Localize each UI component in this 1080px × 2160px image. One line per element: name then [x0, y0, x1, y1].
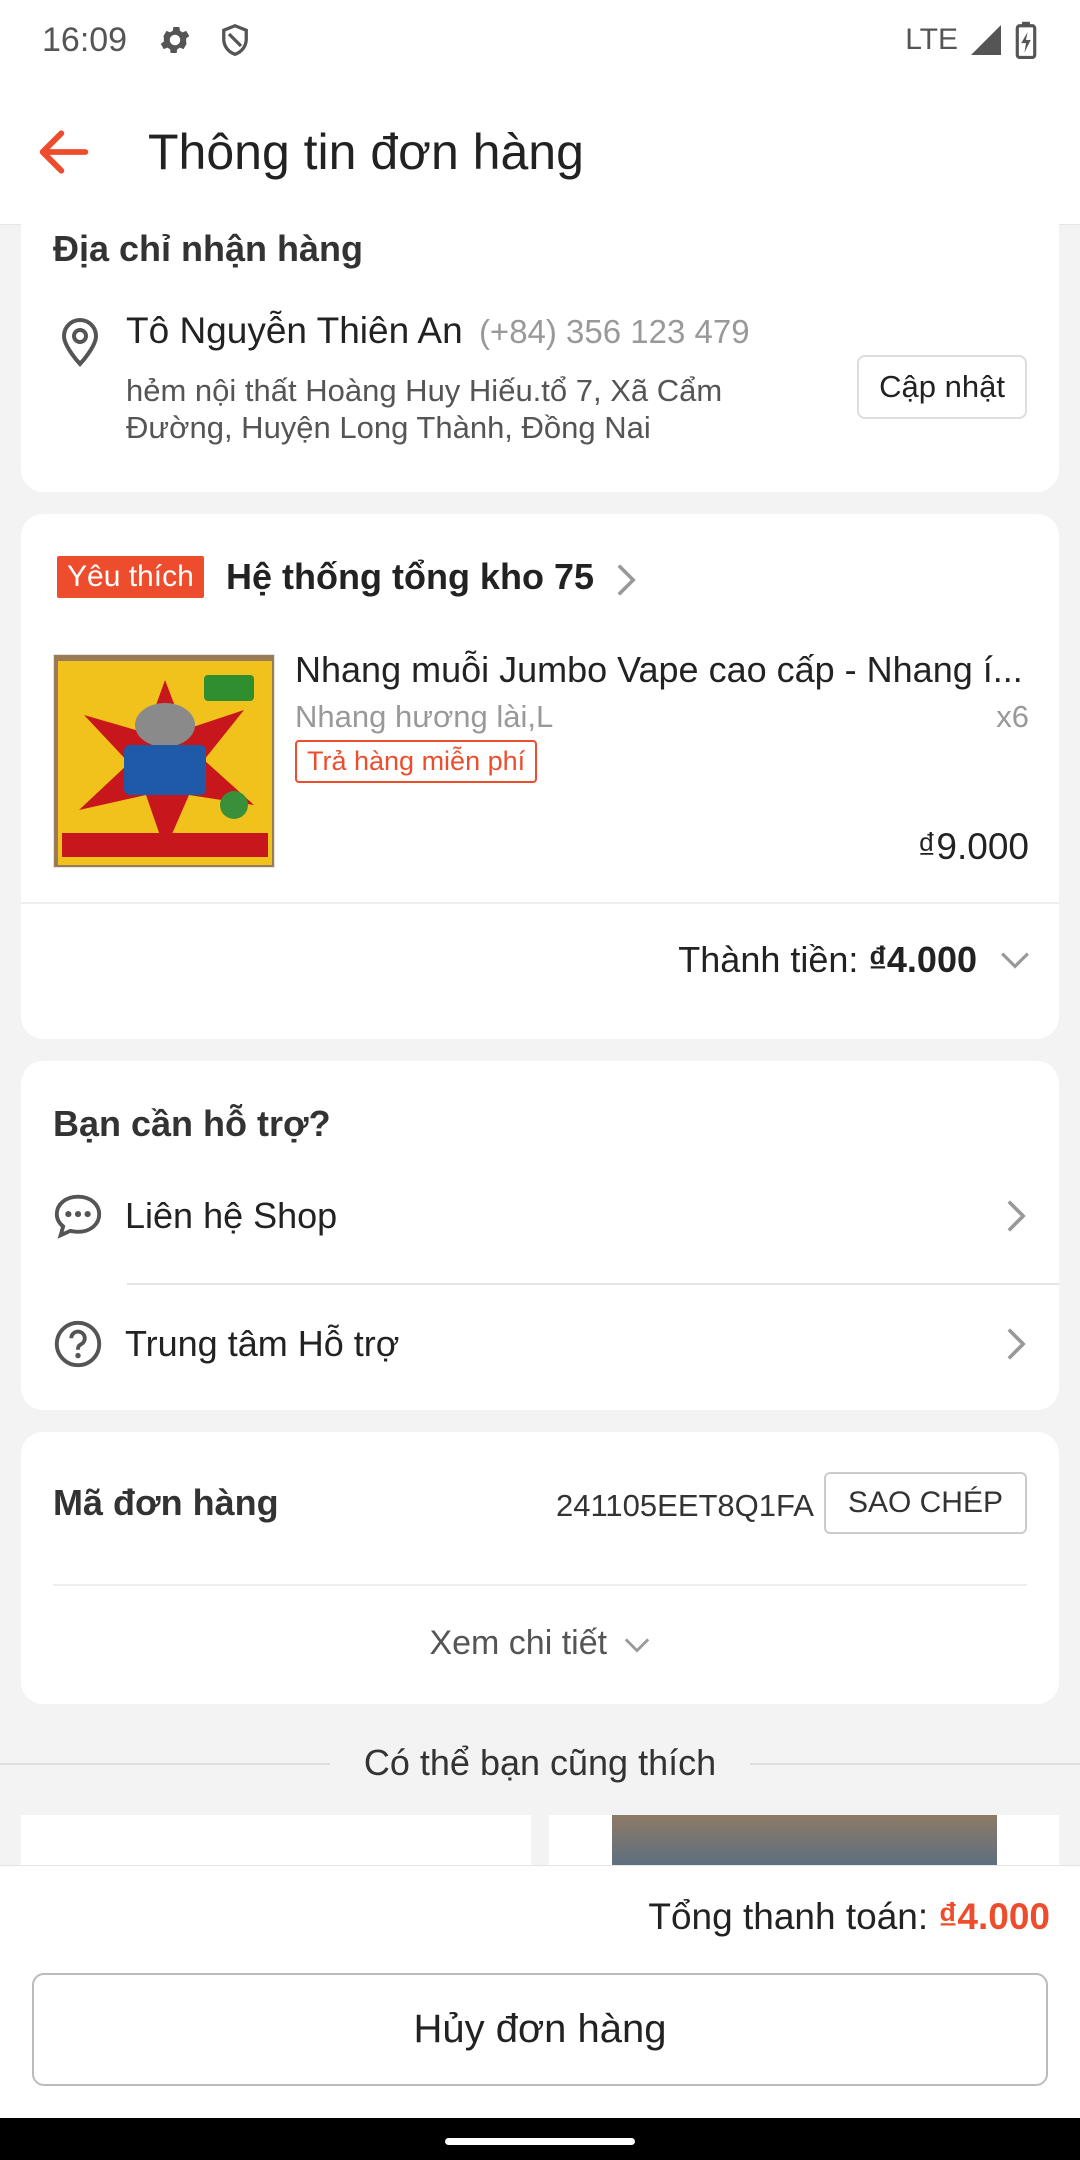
settings-icon: [160, 26, 190, 54]
chevron-down-icon: [624, 1638, 649, 1653]
recipient-name: Tô Nguyễn Thiên An: [126, 310, 463, 351]
product-quantity: x6: [996, 699, 1029, 734]
chevron-right-icon: [1007, 1328, 1026, 1360]
suggestions-heading: Có thể bạn cũng thích: [363, 1742, 717, 1783]
contact-shop-label: Liên hệ Shop: [125, 1195, 338, 1236]
network-label: LTE: [905, 23, 958, 56]
help-center-item[interactable]: Trung tâm Hỗ trợ: [21, 1289, 1059, 1399]
chat-icon: [54, 1194, 102, 1239]
suggestions-header: Có thể bạn cũng thích: [0, 1742, 1080, 1786]
support-card: Bạn cần hỗ trợ? Liên hệ Shop Trung tâm H…: [21, 1061, 1059, 1410]
suggested-product-card[interactable]: [21, 1815, 531, 1865]
order-subtotal-row[interactable]: Thành tiền: ₫4.000: [678, 939, 1031, 981]
order-total: Tổng thanh toán: ₫4.000: [648, 1896, 1050, 1938]
page-title: Thông tin đơn hàng: [148, 124, 584, 180]
product-image[interactable]: [53, 654, 275, 868]
help-center-label: Trung tâm Hỗ trợ: [125, 1323, 400, 1364]
shop-name[interactable]: Hệ thống tổng kho 75: [226, 556, 594, 598]
suggested-product-image[interactable]: [612, 1815, 997, 1865]
order-code-card: Mã đơn hàng 241105EET8Q1FA SAO CHÉP Xem …: [21, 1432, 1059, 1704]
location-pin-icon: [61, 318, 99, 367]
view-details-label: Xem chi tiết: [429, 1624, 608, 1662]
address-heading: Địa chỉ nhận hàng: [53, 228, 364, 269]
favorite-badge: Yêu thích: [57, 556, 204, 598]
chevron-right-icon[interactable]: [611, 562, 641, 598]
cancel-order-button[interactable]: Hủy đơn hàng: [32, 1973, 1048, 2086]
product-variant: Nhang hương lài,L: [295, 699, 554, 734]
back-arrow-icon[interactable]: [32, 120, 96, 184]
bottom-action-bar: Tổng thanh toán: ₫4.000 Hủy đơn hàng: [0, 1865, 1080, 2118]
copy-order-code-button[interactable]: SAO CHÉP: [823, 1472, 1027, 1534]
product-box-art: [54, 655, 274, 867]
signal-icon: [971, 25, 1001, 55]
status-time: 16:09: [42, 20, 128, 59]
address-card: Địa chỉ nhận hàng Tô Nguyễn Thiên An (+8…: [21, 200, 1059, 492]
shield-icon: [222, 23, 248, 56]
system-nav-bar: [0, 2118, 1080, 2160]
help-icon: [54, 1320, 102, 1368]
order-total-value: ₫4.000: [938, 1896, 1050, 1937]
contact-shop-item[interactable]: Liên hệ Shop: [21, 1161, 1059, 1271]
order-total-label: Tổng thanh toán:: [648, 1896, 929, 1937]
chevron-down-icon[interactable]: [999, 950, 1031, 970]
product-price: ₫9.000: [917, 826, 1029, 867]
free-return-tag: Trả hàng miễn phí: [295, 740, 538, 783]
subtotal-value: ₫4.000: [868, 939, 977, 980]
address-line: hẻm nội thất Hoàng Huy Hiếu.tổ 7, Xã Cẩm…: [126, 373, 723, 445]
divider: [53, 1584, 1027, 1586]
status-bar: 16:09 LTE: [0, 0, 1080, 80]
subtotal-label: Thành tiền:: [678, 939, 859, 980]
battery-icon: [1015, 21, 1037, 59]
divider: [127, 1283, 1059, 1285]
product-title[interactable]: Nhang muỗi Jumbo Vape cao cấp - Nhang í.…: [295, 649, 1025, 691]
chevron-right-icon: [1007, 1200, 1026, 1232]
divider: [21, 902, 1059, 904]
recipient-name-row: Tô Nguyễn Thiên An (+84) 356 123 479: [126, 310, 750, 352]
order-code-value: 241105EET8Q1FA: [556, 1488, 814, 1523]
home-gesture-handle[interactable]: [445, 2138, 635, 2145]
shop-order-card: Yêu thích Hệ thống tổng kho 75 Nhang muỗ…: [21, 514, 1059, 1039]
order-code-label: Mã đơn hàng: [53, 1482, 279, 1523]
support-heading: Bạn cần hỗ trợ?: [53, 1103, 331, 1144]
update-address-button[interactable]: Cập nhật: [857, 355, 1027, 419]
recipient-phone: (+84) 356 123 479: [478, 313, 750, 350]
view-details-button[interactable]: Xem chi tiết: [21, 1624, 1059, 1663]
